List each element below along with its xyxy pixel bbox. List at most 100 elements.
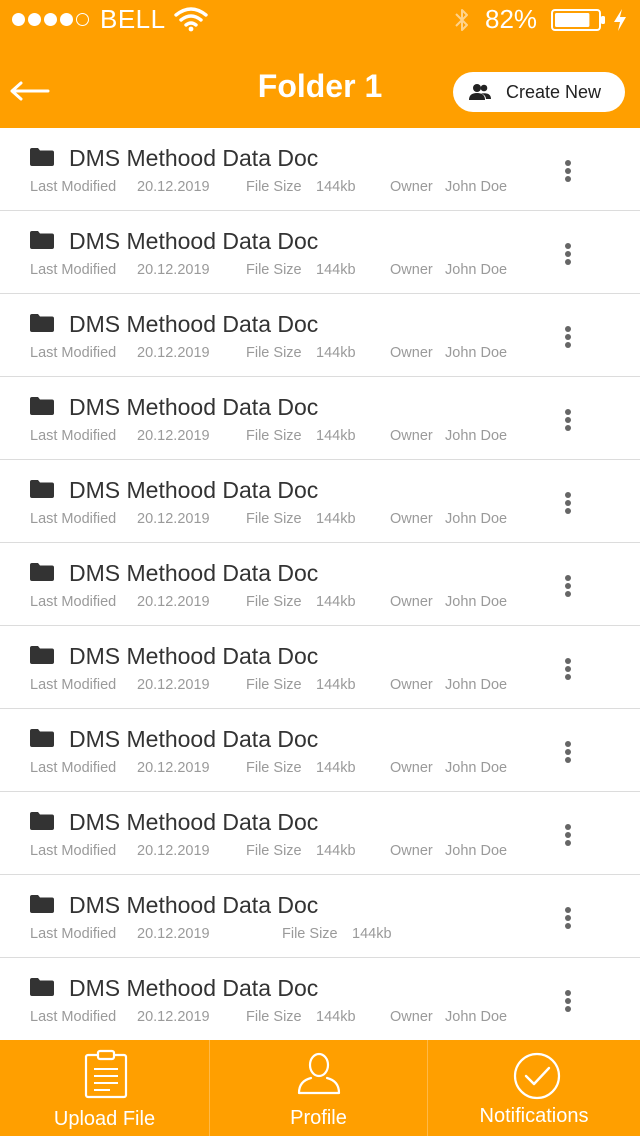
file-last-modified-label: Last Modified <box>30 926 117 942</box>
kebab-menu-icon[interactable] <box>558 322 578 352</box>
file-file-size: 144kb <box>316 1009 356 1025</box>
tab-notifications-label: Notifications <box>479 1105 589 1127</box>
file-owner: John Doe <box>445 345 508 361</box>
file-row[interactable]: DMS Methood Data Doc Last Modified 20.12.2… <box>0 958 640 1040</box>
file-owner: John Doe <box>445 262 508 278</box>
file-last-modified-label: Last Modified <box>30 511 117 527</box>
file-owner-label: Owner <box>390 760 433 776</box>
folder-icon <box>29 728 55 748</box>
kebab-menu-icon[interactable] <box>558 654 578 684</box>
file-last-modified: 20.12.2019 <box>137 594 210 610</box>
file-owner-label: Owner <box>390 179 433 195</box>
kebab-menu-icon[interactable] <box>558 405 578 435</box>
file-last-modified-label: Last Modified <box>30 843 117 859</box>
file-file-size-label: File Size <box>246 594 302 610</box>
file-last-modified-label: Last Modified <box>30 1009 117 1025</box>
kebab-menu-icon[interactable] <box>558 488 578 518</box>
file-owner: John Doe <box>445 677 508 693</box>
file-last-modified: 20.12.2019 <box>137 428 210 444</box>
file-owner-label: Owner <box>390 262 433 278</box>
file-file-size: 144kb <box>316 594 356 610</box>
file-last-modified: 20.12.2019 <box>137 262 210 278</box>
file-name: DMS Methood Data Doc <box>69 560 319 586</box>
file-last-modified: 20.12.2019 <box>137 677 210 693</box>
file-last-modified: 20.12.2019 <box>137 511 210 527</box>
kebab-menu-icon[interactable] <box>558 737 578 767</box>
folder-icon <box>29 645 55 665</box>
arrow-left-icon[interactable] <box>8 74 52 108</box>
file-file-size: 144kb <box>316 760 356 776</box>
file-row[interactable]: DMS Methood Data Doc Last Modified 20.12.2… <box>0 211 640 294</box>
file-owner: John Doe <box>445 428 508 444</box>
file-file-size: 144kb <box>316 428 356 444</box>
file-file-size: 144kb <box>316 179 356 195</box>
file-owner-label: Owner <box>390 843 433 859</box>
create-new-label: Create New <box>506 81 602 102</box>
file-row[interactable]: DMS Methood Data Doc Last Modified 20.12.2… <box>0 460 640 543</box>
kebab-menu-icon[interactable] <box>558 239 578 269</box>
bluetooth-icon <box>455 9 468 31</box>
file-last-modified: 20.12.2019 <box>137 345 210 361</box>
tab-notifications[interactable]: Notifications <box>427 1040 640 1136</box>
file-name: DMS Methood Data Doc <box>69 726 319 752</box>
file-file-size-label: File Size <box>246 345 302 361</box>
file-file-size-label: File Size <box>246 262 302 278</box>
kebab-menu-icon[interactable] <box>558 820 578 850</box>
file-last-modified: 20.12.2019 <box>137 179 210 195</box>
users-icon <box>469 84 491 100</box>
file-file-size-label: File Size <box>282 926 338 942</box>
file-file-size: 144kb <box>352 926 392 942</box>
tab-upload-file[interactable]: Upload File <box>0 1040 209 1136</box>
battery-icon <box>551 9 605 31</box>
kebab-menu-icon[interactable] <box>558 986 578 1016</box>
signal-dot <box>12 13 25 26</box>
folder-icon <box>29 811 55 831</box>
file-file-size-label: File Size <box>246 511 302 527</box>
file-owner: John Doe <box>445 511 508 527</box>
clipboard-icon <box>84 1049 128 1099</box>
tab-upload-file-label: Upload File <box>53 1108 156 1130</box>
file-owner-label: Owner <box>390 428 433 444</box>
file-row[interactable]: DMS Methood Data Doc Last Modified 20.12.2… <box>0 875 640 958</box>
file-owner: John Doe <box>445 843 508 859</box>
file-file-size: 144kb <box>316 262 356 278</box>
charging-icon <box>614 9 626 31</box>
file-owner-label: Owner <box>390 1009 433 1025</box>
signal-dot <box>28 13 41 26</box>
file-name: DMS Methood Data Doc <box>69 394 319 420</box>
file-file-size-label: File Size <box>246 843 302 859</box>
file-row[interactable]: DMS Methood Data Doc Last Modified 20.12.2… <box>0 792 640 875</box>
kebab-menu-icon[interactable] <box>558 571 578 601</box>
tab-profile[interactable]: Profile <box>209 1040 427 1136</box>
file-file-size-label: File Size <box>246 1009 302 1025</box>
signal-dot <box>60 13 73 26</box>
file-name: DMS Methood Data Doc <box>69 311 319 337</box>
file-file-size: 144kb <box>316 511 356 527</box>
folder-icon <box>29 977 55 997</box>
file-row[interactable]: DMS Methood Data Doc Last Modified 20.12.2… <box>0 128 640 211</box>
file-row[interactable]: DMS Methood Data Doc Last Modified 20.12.2… <box>0 294 640 377</box>
file-last-modified: 20.12.2019 <box>137 926 210 942</box>
file-file-size: 144kb <box>316 843 356 859</box>
file-last-modified: 20.12.2019 <box>137 843 210 859</box>
file-row[interactable]: DMS Methood Data Doc Last Modified 20.12.2… <box>0 543 640 626</box>
file-row[interactable]: DMS Methood Data Doc Last Modified 20.12.2… <box>0 626 640 709</box>
kebab-menu-icon[interactable] <box>558 903 578 933</box>
tab-profile-label: Profile <box>290 1107 347 1129</box>
file-owner-label: Owner <box>390 594 433 610</box>
file-last-modified-label: Last Modified <box>30 760 117 776</box>
file-row[interactable]: DMS Methood Data Doc Last Modified 20.12.2… <box>0 709 640 792</box>
file-last-modified: 20.12.2019 <box>137 1009 210 1025</box>
file-owner: John Doe <box>445 594 508 610</box>
file-name: DMS Methood Data Doc <box>69 643 319 669</box>
create-new-button[interactable]: Create New <box>453 72 625 112</box>
file-row[interactable]: DMS Methood Data Doc Last Modified 20.12.2… <box>0 377 640 460</box>
wifi-icon <box>174 7 208 32</box>
bottom-tab-bar: Upload File Profile Notifications <box>0 1040 640 1136</box>
folder-icon <box>29 313 55 333</box>
file-file-size-label: File Size <box>246 179 302 195</box>
file-name: DMS Methood Data Doc <box>69 228 319 254</box>
kebab-menu-icon[interactable] <box>558 156 578 186</box>
status-bar: BELL 82% <box>0 0 640 40</box>
signal-dot <box>44 13 57 26</box>
